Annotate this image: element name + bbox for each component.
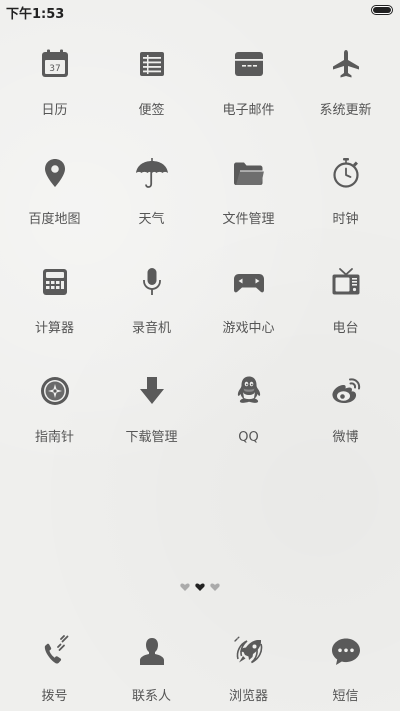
stopwatch-icon <box>322 149 370 197</box>
app-label: 便签 <box>138 103 165 118</box>
page-dot[interactable] <box>210 582 220 592</box>
calendar-badge: 37 <box>49 64 60 74</box>
app-label: 浏览器 <box>228 689 268 704</box>
app-label: 电台 <box>332 321 359 336</box>
message-icon <box>322 628 370 676</box>
app-recorder[interactable]: 录音机 <box>103 258 200 367</box>
app-label: 录音机 <box>131 321 171 336</box>
app-label: 百度地图 <box>28 212 81 227</box>
map-pin-icon <box>31 149 79 197</box>
radio-icon <box>322 258 370 306</box>
app-label: 计算器 <box>34 321 74 336</box>
app-email[interactable]: 电子邮件 <box>200 40 297 149</box>
notes-icon <box>128 40 176 88</box>
page-indicator <box>0 582 400 592</box>
folder-icon <box>225 149 273 197</box>
dock-phone[interactable]: 拨号 <box>6 628 103 705</box>
app-radio[interactable]: 电台 <box>297 258 394 367</box>
app-label: 电子邮件 <box>222 103 275 118</box>
page-dot-active[interactable] <box>195 582 205 592</box>
airplane-icon <box>322 40 370 88</box>
dock-contacts[interactable]: 联系人 <box>103 628 200 705</box>
calendar-icon: 37 <box>31 40 79 88</box>
dock: 拨号 联系人 浏览器 短信 <box>6 628 394 705</box>
phone-icon <box>31 628 79 676</box>
app-label: 联系人 <box>131 689 171 704</box>
compass-icon <box>31 367 79 415</box>
app-label: 游戏中心 <box>222 321 275 336</box>
download-icon <box>128 367 176 415</box>
calculator-icon <box>31 258 79 306</box>
app-label: 系统更新 <box>319 103 372 118</box>
app-calculator[interactable]: 计算器 <box>6 258 103 367</box>
app-label: 日历 <box>41 103 68 118</box>
battery-icon <box>371 5 393 15</box>
page-dot[interactable] <box>180 582 190 592</box>
app-clock[interactable]: 时钟 <box>297 149 394 258</box>
app-qq[interactable]: QQ <box>200 367 297 476</box>
app-system-update[interactable]: 系统更新 <box>297 40 394 149</box>
app-label: 下载管理 <box>125 430 178 445</box>
weibo-icon <box>322 367 370 415</box>
umbrella-icon <box>128 149 176 197</box>
app-download-manager[interactable]: 下载管理 <box>103 367 200 476</box>
app-label: 时钟 <box>332 212 359 227</box>
app-weather[interactable]: 天气 <box>103 149 200 258</box>
dock-messages[interactable]: 短信 <box>297 628 394 705</box>
app-calendar[interactable]: 37 日历 <box>6 40 103 149</box>
app-notes[interactable]: 便签 <box>103 40 200 149</box>
app-compass[interactable]: 指南针 <box>6 367 103 476</box>
status-bar: 下午1:53 <box>0 0 400 22</box>
status-time: 下午1:53 <box>6 7 65 22</box>
app-grid: 37 日历 便签 电子邮件 系统更新 百度地图 天气 文件管理 时钟 计算器 录… <box>6 40 394 476</box>
app-file-manager[interactable]: 文件管理 <box>200 149 297 258</box>
app-weibo[interactable]: 微博 <box>297 367 394 476</box>
microphone-icon <box>128 258 176 306</box>
home-screen: 下午1:53 37 日历 便签 电子邮件 系统更新 百度地图 天气 文件管理 时… <box>0 0 400 711</box>
gamepad-icon <box>225 258 273 306</box>
app-label: 指南针 <box>34 430 74 445</box>
contacts-icon <box>128 628 176 676</box>
app-label: 微博 <box>332 430 359 445</box>
app-label: 拨号 <box>41 689 68 704</box>
qq-icon <box>225 367 273 415</box>
rocket-browser-icon <box>225 628 273 676</box>
app-baidu-map[interactable]: 百度地图 <box>6 149 103 258</box>
app-game-center[interactable]: 游戏中心 <box>200 258 297 367</box>
app-label: 天气 <box>138 212 165 227</box>
app-label: QQ <box>238 430 259 445</box>
app-label: 文件管理 <box>222 212 275 227</box>
app-label: 短信 <box>332 689 359 704</box>
dock-browser[interactable]: 浏览器 <box>200 628 297 705</box>
email-icon <box>225 40 273 88</box>
